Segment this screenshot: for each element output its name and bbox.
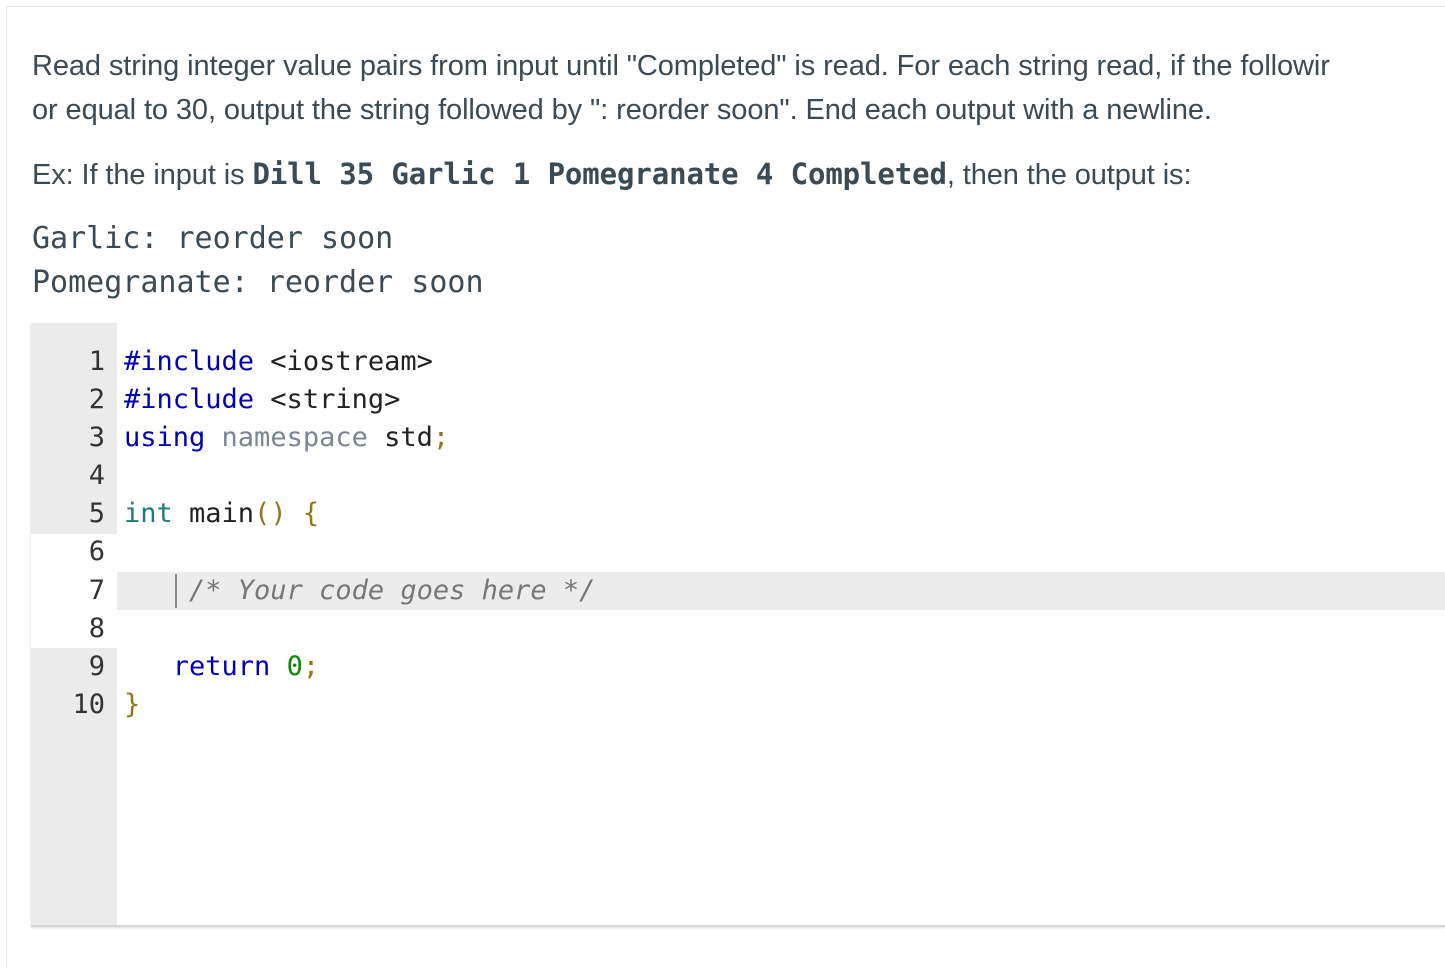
code-line[interactable]: 1 #include <iostream> (31, 343, 1445, 381)
line-number: 4 (88, 460, 105, 491)
line-number: 3 (88, 422, 105, 453)
code-line[interactable]: 7 /* Your code goes here */ (31, 572, 1445, 610)
line-number: 8 (88, 613, 105, 644)
example-output: Garlic: reorder soon Pomegranate: reorder… (32, 217, 1445, 305)
line-number: 6 (88, 536, 105, 567)
output-line: Garlic: reorder soon (32, 221, 394, 256)
code-line[interactable]: 4 (31, 457, 1445, 495)
instructions-line-2: or equal to 30, output the string follow… (32, 94, 1212, 126)
problem-statement: Read string integer value pairs from inp… (32, 44, 1445, 305)
output-line: Pomegranate: reorder soon (32, 265, 484, 300)
code-line[interactable]: 10 } (31, 686, 1445, 724)
line-number: 2 (88, 384, 105, 415)
code-line[interactable]: 8 (31, 610, 1445, 648)
code-line[interactable]: 9 return 0; (31, 648, 1445, 686)
line-number: 10 (72, 689, 105, 720)
example-suffix: , then the output is: (946, 159, 1192, 191)
example-prefix: Ex: If the input is (32, 159, 253, 191)
line-number: 1 (88, 346, 105, 377)
example-sentence: Ex: If the input is Dill 35 Garlic 1 Pom… (32, 152, 1445, 197)
instructions-line-1: Read string integer value pairs from inp… (32, 50, 1330, 82)
line-number: 9 (88, 651, 105, 682)
code-comment: /* Your code goes here */ (189, 575, 596, 606)
line-number: 7 (88, 575, 105, 606)
code-line[interactable]: 3 using namespace std; (31, 419, 1445, 457)
example-input: Dill 35 Garlic 1 Pomegranate 4 Completed (252, 157, 947, 191)
code-line[interactable]: 2 #include <string> (31, 381, 1445, 419)
text-cursor (175, 574, 177, 608)
code-editor[interactable]: 1 #include <iostream> 2 #include <string… (31, 323, 1445, 927)
code-line[interactable]: 6 (31, 533, 1445, 571)
line-number: 5 (88, 498, 105, 529)
code-line[interactable]: 5 int main() { (31, 495, 1445, 533)
